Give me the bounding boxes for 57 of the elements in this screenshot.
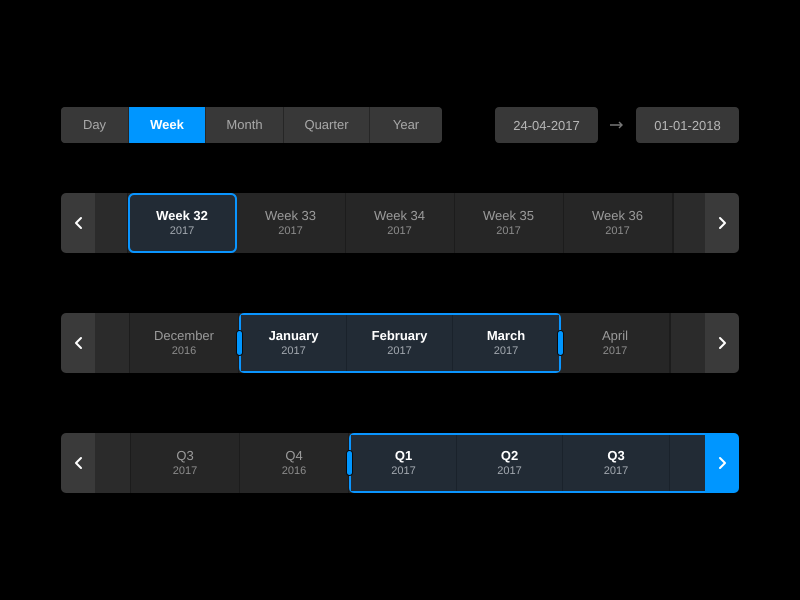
start-date-field[interactable]: 24-04-2017 — [495, 107, 598, 143]
partial-cell — [95, 433, 131, 493]
period-label: Week 35 — [482, 207, 534, 224]
period-label: March — [486, 327, 526, 344]
period-label: Week 36 — [592, 207, 644, 224]
period-year: 2016 — [172, 344, 196, 359]
view-tab[interactable]: Day — [61, 107, 129, 143]
drag-handle[interactable] — [236, 330, 243, 356]
period-label: February — [372, 327, 428, 344]
period-year: 2017 — [604, 464, 628, 479]
period-year: 2017 — [170, 224, 194, 239]
chevron-left-icon — [72, 336, 84, 350]
previous-button[interactable] — [61, 313, 95, 373]
period-year: 2017 — [496, 224, 521, 239]
partial-cell — [95, 313, 130, 373]
next-button[interactable] — [705, 313, 739, 373]
period-year: 2016 — [282, 464, 306, 479]
period-label: April — [602, 327, 628, 344]
period-year: 2017 — [494, 344, 518, 359]
period-label: Q4 — [285, 447, 303, 464]
previous-button[interactable] — [61, 193, 95, 253]
partial-cell — [670, 313, 705, 373]
period-label: January — [268, 327, 318, 344]
arrow-right-icon — [610, 121, 624, 129]
period-year: 2017 — [387, 344, 412, 359]
chevron-left-icon — [72, 456, 84, 470]
period-year: 2017 — [281, 344, 306, 359]
period-label: Week 34 — [374, 207, 426, 224]
period-year: 2017 — [391, 464, 416, 479]
chevron-right-icon — [716, 216, 728, 230]
period-item[interactable]: Week 32 2017 — [128, 193, 236, 253]
period-label: Q1 — [394, 447, 412, 464]
period-year: 2017 — [387, 224, 412, 239]
period-year: 2017 — [497, 464, 522, 479]
period-year: 2017 — [602, 344, 628, 359]
drag-handle[interactable] — [346, 450, 353, 476]
period-label: Q3 — [176, 447, 194, 464]
period-year: 2017 — [605, 224, 630, 239]
period-year: 2017 — [172, 464, 198, 479]
period-label: Week 33 — [264, 207, 316, 224]
period-item[interactable]: January 2017 — [241, 315, 347, 371]
period-label: Week 32 — [156, 207, 208, 224]
period-year: 2017 — [278, 224, 303, 239]
drag-handle[interactable] — [557, 330, 564, 356]
chevron-right-icon — [716, 456, 728, 470]
next-button[interactable] — [705, 433, 739, 493]
period-label: Q3 — [607, 447, 625, 464]
next-button[interactable] — [705, 193, 739, 253]
partial-cell — [672, 193, 705, 253]
period-label: Q2 — [500, 447, 518, 464]
end-date-field[interactable]: 01-01-2018 — [636, 107, 739, 143]
previous-button[interactable] — [61, 433, 95, 493]
chevron-right-icon — [716, 336, 728, 350]
chevron-left-icon — [72, 216, 84, 230]
period-item[interactable]: Q1 2017 — [351, 435, 457, 491]
view-tab[interactable]: Week — [129, 107, 206, 143]
period-label: December — [154, 327, 214, 344]
